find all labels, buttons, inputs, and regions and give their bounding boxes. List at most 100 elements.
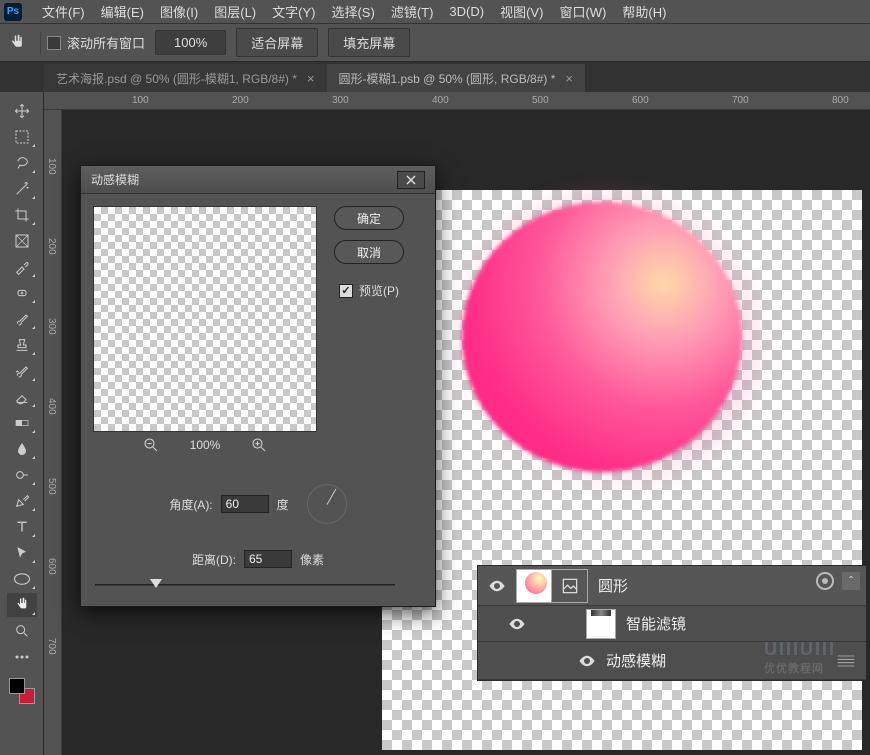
visibility-icon[interactable] xyxy=(488,577,506,595)
dialog-titlebar[interactable]: 动感模糊 xyxy=(81,166,435,194)
smart-filters-row[interactable]: 智能滤镜 xyxy=(478,606,866,642)
ruler-tick: 200 xyxy=(232,95,249,106)
dialog-title: 动感模糊 xyxy=(91,171,139,188)
toolbox xyxy=(0,92,44,755)
scroll-all-label: 滚动所有窗口 xyxy=(67,33,145,52)
frame-tool[interactable] xyxy=(7,229,37,253)
fill-screen-button[interactable]: 填充屏幕 xyxy=(328,28,410,57)
close-icon[interactable]: × xyxy=(307,71,315,86)
layer-style-icon[interactable] xyxy=(816,572,834,590)
blur-tool[interactable] xyxy=(7,437,37,461)
distance-input[interactable] xyxy=(244,550,292,568)
history-brush-tool[interactable] xyxy=(7,359,37,383)
zoom-tool[interactable] xyxy=(7,619,37,643)
pen-tool[interactable] xyxy=(7,489,37,513)
hand-tool[interactable] xyxy=(7,593,37,617)
angle-label: 角度(A): xyxy=(169,496,212,513)
preview-checkbox[interactable]: ✓ xyxy=(339,284,353,298)
collapse-icon[interactable]: ˆ xyxy=(842,572,860,590)
tab-circle-blur[interactable]: 圆形-模糊1.psb @ 50% (圆形, RGB/8#) * × xyxy=(327,64,586,92)
crop-tool[interactable] xyxy=(7,203,37,227)
ruler-vertical: 100 200 300 400 500 600 700 xyxy=(44,110,62,755)
eyedropper-tool[interactable] xyxy=(7,255,37,279)
heal-tool[interactable] xyxy=(7,281,37,305)
preview-zoom-level: 100% xyxy=(190,438,221,452)
zoom-in-icon[interactable] xyxy=(250,436,268,454)
scroll-all-checkbox[interactable] xyxy=(47,36,61,50)
dodge-tool[interactable] xyxy=(7,463,37,487)
menu-3d[interactable]: 3D(D) xyxy=(441,4,492,19)
ruler-tick: 700 xyxy=(46,638,57,655)
menu-window[interactable]: 窗口(W) xyxy=(551,2,614,21)
cancel-button[interactable]: 取消 xyxy=(334,240,404,264)
hand-tool-icon xyxy=(8,34,26,52)
ruler-tick: 100 xyxy=(46,158,57,175)
ok-button[interactable]: 确定 xyxy=(334,206,404,230)
menu-help[interactable]: 帮助(H) xyxy=(614,2,674,21)
move-tool[interactable] xyxy=(7,99,37,123)
layers-panel: ˆ 圆形 智能滤镜 动感模糊 UIIIUIII 优优教程网 xyxy=(477,565,867,681)
preview-label: 预览(P) xyxy=(359,282,399,299)
menu-select[interactable]: 选择(S) xyxy=(323,2,382,21)
visibility-icon[interactable] xyxy=(578,652,596,670)
layer-row-shape[interactable]: 圆形 xyxy=(478,566,866,606)
motion-blur-dialog: 动感模糊 100% 确定 取消 ✓ 预览(P) 角度(A): 度 xyxy=(80,165,436,607)
menu-file[interactable]: 文件(F) xyxy=(34,2,93,21)
preview-area[interactable] xyxy=(93,206,317,432)
menu-filter[interactable]: 滤镜(T) xyxy=(383,2,442,21)
dialog-close-button[interactable] xyxy=(397,171,425,189)
menu-edit[interactable]: 编辑(E) xyxy=(93,2,152,21)
menu-layer[interactable]: 图层(L) xyxy=(206,2,264,21)
ruler-tick: 200 xyxy=(46,238,57,255)
foreground-color-swatch[interactable] xyxy=(9,678,25,694)
visibility-icon[interactable] xyxy=(508,615,526,633)
angle-needle xyxy=(326,489,336,505)
menu-type[interactable]: 文字(Y) xyxy=(264,2,323,21)
dialog-body: 100% 确定 取消 ✓ 预览(P) xyxy=(81,194,435,466)
slider-track xyxy=(95,584,395,586)
app-logo-text: Ps xyxy=(7,6,19,17)
close-icon xyxy=(406,175,416,185)
angle-dial[interactable] xyxy=(307,484,347,524)
smart-object-badge xyxy=(552,569,588,603)
ruler-horizontal: 100 200 300 400 500 600 700 800 xyxy=(44,92,870,110)
angle-section: 角度(A): 度 xyxy=(81,484,435,528)
angle-input[interactable] xyxy=(221,495,269,513)
dialog-side-buttons: 确定 取消 ✓ 预览(P) xyxy=(329,206,409,454)
color-swatches[interactable] xyxy=(9,678,35,704)
lasso-tool[interactable] xyxy=(7,151,37,175)
menu-image[interactable]: 图像(I) xyxy=(152,2,206,21)
ellipse-tool[interactable] xyxy=(7,567,37,591)
ruler-tick: 600 xyxy=(632,95,649,106)
filter-blending-icon[interactable] xyxy=(836,653,856,669)
distance-section: 距离(D): 像素 xyxy=(81,550,435,572)
zoom-out-icon[interactable] xyxy=(142,436,160,454)
filter-name: 动感模糊 xyxy=(606,650,666,671)
type-tool[interactable] xyxy=(7,515,37,539)
ruler-tick: 700 xyxy=(732,95,749,106)
ruler-tick: 800 xyxy=(832,95,849,106)
watermark-main: UIIIUIII xyxy=(764,639,836,659)
gradient-tool[interactable] xyxy=(7,411,37,435)
layer-thumbnail[interactable] xyxy=(516,569,552,603)
eraser-tool[interactable] xyxy=(7,385,37,409)
stamp-tool[interactable] xyxy=(7,333,37,357)
smart-filters-label: 智能滤镜 xyxy=(626,613,686,634)
watermark: UIIIUIII 优优教程网 xyxy=(764,639,836,676)
ruler-tick: 500 xyxy=(532,95,549,106)
wand-tool[interactable] xyxy=(7,177,37,201)
path-select-tool[interactable] xyxy=(7,541,37,565)
watermark-sub: 优优教程网 xyxy=(764,660,836,676)
fit-screen-button[interactable]: 适合屏幕 xyxy=(236,28,318,57)
edit-toolbar[interactable] xyxy=(7,645,37,669)
filter-mask-thumbnail[interactable] xyxy=(586,609,616,639)
menu-view[interactable]: 视图(V) xyxy=(492,2,551,21)
tab-art-poster[interactable]: 艺术海报.psd @ 50% (圆形-模糊1, RGB/8#) * × xyxy=(44,64,327,92)
distance-slider[interactable] xyxy=(95,580,395,592)
ruler-tick: 600 xyxy=(46,558,57,575)
close-icon[interactable]: × xyxy=(565,71,573,86)
marquee-tool[interactable] xyxy=(7,125,37,149)
brush-tool[interactable] xyxy=(7,307,37,331)
zoom-level-button[interactable]: 100% xyxy=(155,30,226,55)
slider-thumb[interactable] xyxy=(150,579,162,588)
